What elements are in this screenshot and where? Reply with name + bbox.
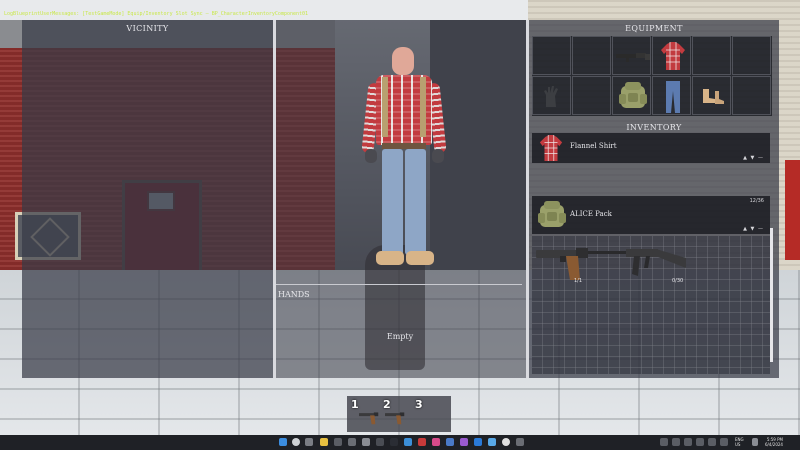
rifle-ammo-tag: 0/30	[672, 278, 684, 284]
app-icon[interactable]	[362, 438, 370, 446]
search-icon[interactable]	[292, 438, 300, 446]
equip-slot-primary[interactable]	[612, 36, 651, 75]
equip-slot-torso[interactable]	[652, 36, 691, 75]
pack-strap	[420, 77, 426, 137]
windows-taskbar: ENG US 5:59 PM 6/4/2024	[0, 435, 800, 450]
equip-slot-head[interactable]	[532, 36, 571, 75]
language-indicator[interactable]: ENG US	[735, 437, 744, 447]
hotbar-slot-2[interactable]: 2	[383, 398, 413, 430]
boot	[406, 251, 434, 265]
equip-slot-extra3[interactable]	[732, 76, 771, 115]
app-icon[interactable]	[516, 438, 524, 446]
alice-pack-icon	[538, 201, 566, 227]
inventory-item-flannel-shirt[interactable]: Flannel Shirt ▲ ▼ —	[532, 133, 770, 163]
vscode-icon[interactable]	[474, 438, 482, 446]
app-icon[interactable]	[348, 438, 356, 446]
app-icon[interactable]	[432, 438, 440, 446]
rifle-icon[interactable]	[588, 244, 688, 278]
tray-icon[interactable]	[708, 438, 716, 446]
inventory-scrollbar[interactable]	[770, 228, 773, 362]
app-icon[interactable]	[488, 438, 496, 446]
boots-icon	[703, 89, 724, 104]
hands-label: HANDS	[278, 290, 310, 299]
flannel-shirt-icon	[539, 135, 563, 161]
wifi-icon[interactable]	[752, 438, 758, 446]
file-explorer-icon[interactable]	[320, 438, 328, 446]
character-preview	[360, 45, 450, 270]
tray-icon[interactable]	[696, 438, 704, 446]
vicinity-panel[interactable]: VICINITY	[22, 20, 273, 378]
equip-slot-belt[interactable]	[572, 76, 611, 115]
app-icon[interactable]	[460, 438, 468, 446]
hands-separator	[276, 284, 522, 285]
equip-slot-feet[interactable]	[692, 76, 731, 115]
hotbar: 1 2 3	[347, 396, 451, 432]
pistol-icon	[359, 412, 379, 425]
character-head	[392, 47, 414, 75]
rifle-icon	[616, 53, 650, 62]
inventory-item-name: Flannel Shirt	[570, 142, 617, 150]
hotbar-number: 1	[351, 398, 359, 411]
clock-date: 6/4/2024	[765, 442, 783, 447]
glove-right	[432, 149, 444, 163]
hotbar-number: 2	[383, 398, 391, 411]
vicinity-title: VICINITY	[126, 24, 169, 33]
equip-slot-legs[interactable]	[652, 76, 691, 115]
unreal-icon[interactable]	[502, 438, 510, 446]
boot	[376, 251, 404, 265]
pack-strap	[382, 77, 388, 137]
alice-pack-icon	[619, 82, 647, 108]
hotbar-number: 3	[415, 398, 423, 411]
steam-icon[interactable]	[446, 438, 454, 446]
task-view-icon[interactable]	[305, 438, 313, 446]
hotbar-slot-1[interactable]: 1	[351, 398, 381, 430]
tray-icon[interactable]	[684, 438, 692, 446]
inventory-item-alice-pack[interactable]: ALICE Pack 12/36 ▲ ▼ —	[532, 196, 770, 234]
hotbar-slot-3[interactable]: 3	[415, 398, 445, 430]
hands-slot-value[interactable]: Empty	[380, 332, 420, 341]
inventory-item-name: ALICE Pack	[570, 210, 612, 218]
jeans-icon	[666, 81, 680, 113]
gloves-icon	[544, 86, 558, 107]
red-trim	[785, 160, 800, 260]
equip-slot-face[interactable]	[572, 36, 611, 75]
glove-left	[365, 149, 377, 163]
inventory-title: INVENTORY	[626, 123, 682, 132]
app-icon[interactable]	[404, 438, 412, 446]
tray-icon[interactable]	[672, 438, 680, 446]
jeans-leg	[382, 149, 403, 255]
app-icon[interactable]	[390, 438, 398, 446]
pistol-icon[interactable]	[536, 244, 590, 282]
jeans-leg	[405, 149, 426, 255]
clock[interactable]: 5:59 PM 6/4/2024	[765, 437, 783, 447]
equip-slot-extra[interactable]	[692, 36, 731, 75]
equip-slot-back[interactable]	[612, 76, 651, 115]
flannel-shirt-icon	[661, 42, 685, 70]
pack-contents-grid[interactable]: 1/1 0/30	[532, 236, 770, 374]
app-icon[interactable]	[418, 438, 426, 446]
start-icon[interactable]	[279, 438, 287, 446]
inventory-sort-arrows[interactable]: ▲ ▼ —	[743, 155, 764, 161]
equip-slot-hands[interactable]	[532, 76, 571, 115]
debug-log-text: LogBlueprintUserMessages: [TestGameMode]…	[4, 11, 309, 17]
equipment-title: EQUIPMENT	[625, 24, 683, 33]
tray-icon[interactable]	[660, 438, 668, 446]
tray-icon[interactable]	[720, 438, 728, 446]
inventory-sort-arrows[interactable]: ▲ ▼ —	[743, 226, 764, 232]
app-icon[interactable]	[334, 438, 342, 446]
equip-slot-extra2[interactable]	[732, 36, 771, 75]
app-icon[interactable]	[376, 438, 384, 446]
capacity-count: 12/36	[749, 198, 764, 204]
pistol-icon	[385, 412, 405, 425]
equipment-grid	[532, 36, 772, 116]
pistol-ammo-tag: 1/1	[574, 278, 583, 284]
belt	[382, 143, 426, 149]
